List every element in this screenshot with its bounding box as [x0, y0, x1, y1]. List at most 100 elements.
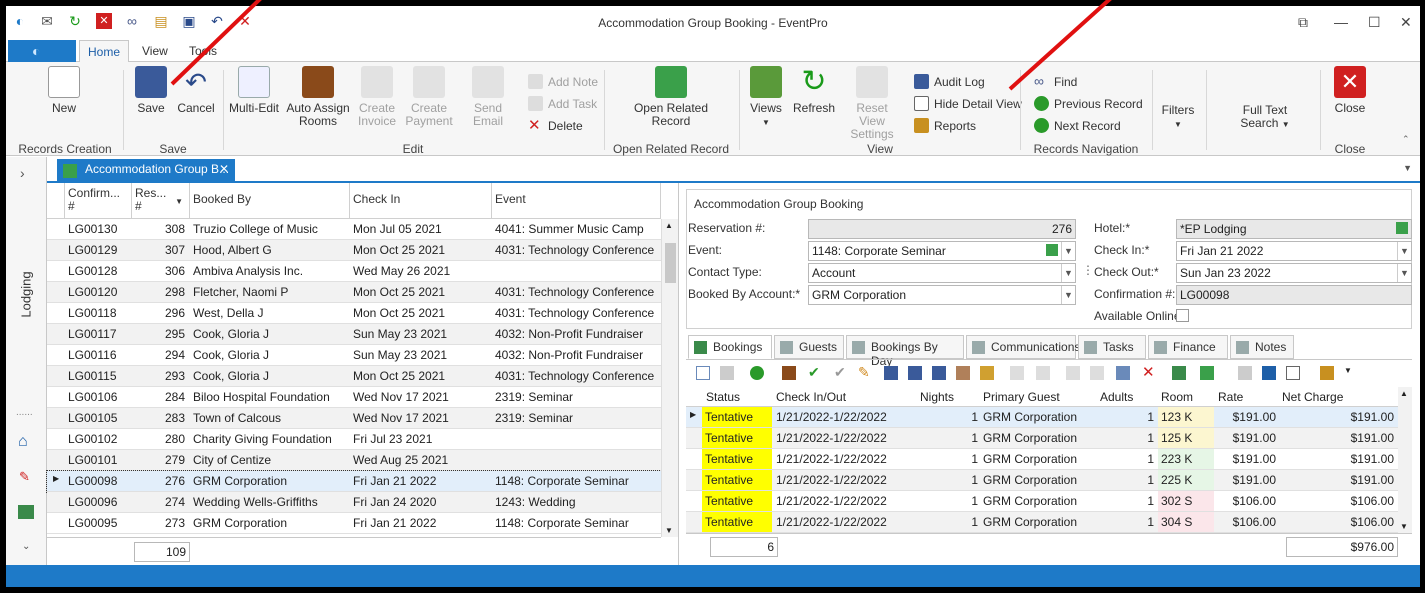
reset-view-settings-button[interactable]: Reset View Settings	[842, 66, 902, 141]
restore-icon[interactable]: ⧉	[1298, 14, 1308, 31]
bookings-scrollbar[interactable]: ▲ ▼	[1398, 387, 1412, 533]
find-button[interactable]: ∞ Find	[1034, 74, 1077, 94]
scroll-up-icon[interactable]: ▲	[1400, 389, 1408, 398]
table-row[interactable]: LG00130 308 Truzio College of Music Mon Jul…	[47, 219, 661, 240]
unassign-icon[interactable]	[908, 366, 922, 380]
expand-icon[interactable]	[1238, 366, 1252, 380]
table-row[interactable]: Tentative 1/21/2022-1/22/2022 1 GRM Corpora…	[686, 512, 1398, 533]
collapse-ribbon-icon[interactable]: ⌃	[1402, 134, 1410, 145]
filters-button[interactable]: Filters ▼	[1156, 104, 1200, 131]
col-rate[interactable]: Rate	[1218, 390, 1243, 404]
table-row[interactable]: LG00101 279 City of Centize Wed Aug 25 2021	[47, 450, 661, 471]
actions-icon[interactable]	[750, 366, 764, 380]
add-note-button[interactable]: Add Note	[528, 74, 598, 94]
col-nights[interactable]: Nights	[920, 390, 954, 404]
check-icon[interactable]: ✔	[808, 364, 820, 381]
check-out-field[interactable]: Sun Jan 23 2022 ▼	[1176, 263, 1412, 283]
expand-sidebar-icon[interactable]: ›	[20, 165, 25, 181]
new-button[interactable]: New	[42, 66, 86, 115]
delete-icon[interactable]: ✕	[1142, 363, 1155, 381]
sidebar-grip[interactable]: ......	[16, 407, 33, 418]
send-email-button[interactable]: Send Email	[458, 66, 518, 128]
refresh-button[interactable]: ↻ Refresh	[792, 66, 836, 115]
chevron-down-icon[interactable]: ▼	[1061, 264, 1075, 282]
views-icon[interactable]	[1200, 366, 1214, 380]
header-check-in[interactable]: Check In	[350, 183, 492, 219]
header-reservation[interactable]: Res... # ▼	[132, 183, 190, 219]
scroll-down-icon[interactable]: ▼	[665, 526, 673, 535]
header-booked-by[interactable]: Booked By	[190, 183, 350, 219]
edit-icon[interactable]: ✎	[858, 364, 870, 381]
move-icon[interactable]	[956, 366, 970, 380]
chevron-down-icon[interactable]: ⌄	[22, 541, 30, 552]
create-invoice-button[interactable]: Create Invoice	[354, 66, 400, 128]
col-adults[interactable]: Adults	[1100, 390, 1133, 404]
copy-icon[interactable]	[720, 366, 734, 380]
next-record-button[interactable]: Next Record	[1034, 118, 1121, 138]
tab-bookings-by-day[interactable]: Bookings By Day	[846, 335, 964, 368]
tab-accommodation-group-booking[interactable]: Accommodation Group B... ✕	[57, 159, 235, 183]
header-event[interactable]: Event	[492, 183, 661, 219]
table-row[interactable]: LG00096 274 Wedding Wells-Griffiths Fri Jan…	[47, 492, 661, 513]
clipboard-icon[interactable]	[1066, 366, 1080, 380]
check-in-field[interactable]: Fri Jan 21 2022 ▼	[1176, 241, 1412, 261]
available-online-checkbox[interactable]	[1176, 309, 1189, 322]
previous-record-button[interactable]: Previous Record	[1034, 96, 1143, 116]
report-icon[interactable]	[1320, 366, 1334, 380]
chevron-down-icon[interactable]: ▼	[1397, 264, 1411, 282]
auto-assign-rooms-button[interactable]: Auto Assign Rooms	[286, 66, 350, 128]
tab-bookings[interactable]: Bookings	[688, 335, 772, 359]
table-row[interactable]: LG00120 298 Fletcher, Naomi P Mon Oct 25 20…	[47, 282, 661, 303]
table-row[interactable]: LG00102 280 Charity Giving Foundation Fri J…	[47, 429, 661, 450]
add-task-button[interactable]: Add Task	[528, 96, 597, 116]
new-icon[interactable]	[696, 366, 710, 380]
close-button[interactable]: ✕ Close	[1328, 66, 1372, 115]
lookup-icon[interactable]	[1396, 222, 1408, 234]
maximize-icon[interactable]: ☐	[1368, 14, 1381, 31]
save-button[interactable]: Save	[130, 66, 172, 115]
table-row[interactable]: LG00128 306 Ambiva Analysis Inc. Wed May 26…	[47, 261, 661, 282]
tab-communications[interactable]: Communications	[966, 335, 1080, 359]
tab-guests[interactable]: Guests	[774, 335, 844, 359]
booked-by-account-select[interactable]: GRM Corporation ▼	[808, 285, 1076, 305]
tab-notes[interactable]: Notes	[1230, 335, 1294, 359]
event-field[interactable]: 1148: Corporate Seminar ▼	[808, 241, 1076, 261]
multi-edit-button[interactable]: Multi-Edit	[228, 66, 280, 115]
create-payment-button[interactable]: Create Payment	[404, 66, 454, 128]
chevron-down-icon[interactable]: ▼	[1397, 242, 1411, 260]
scroll-down-icon[interactable]: ▼	[1400, 522, 1408, 531]
table-row[interactable]: ▶ LG00098 276 GRM Corporation Fri Jan 21 202…	[46, 470, 662, 493]
table-row[interactable]: Tentative 1/21/2022-1/22/2022 1 GRM Corpora…	[686, 470, 1398, 491]
tab-list-icon[interactable]: ▼	[1403, 163, 1412, 173]
delete-button[interactable]: ✕ Delete	[528, 118, 583, 138]
splitter-grip[interactable]: ⋮	[1082, 263, 1094, 277]
lookup-icon[interactable]	[1046, 244, 1058, 256]
add-room-icon[interactable]	[932, 366, 946, 380]
contact-type-select[interactable]: Account ▼	[808, 263, 1076, 283]
table-row[interactable]: ▶ Tentative 1/21/2022-1/22/2022 1 GRM Corpor…	[686, 407, 1398, 428]
col-room[interactable]: Room	[1161, 390, 1193, 404]
pin-icon[interactable]: ✎	[19, 469, 30, 485]
tag-icon[interactable]	[980, 366, 994, 380]
luggage-icon[interactable]	[782, 366, 796, 380]
grid-icon[interactable]	[1172, 366, 1186, 380]
table-row[interactable]: LG00116 294 Cook, Gloria J Sun May 23 2021 4…	[47, 345, 661, 366]
col-check-in-out[interactable]: Check In/Out	[776, 390, 846, 404]
table-row[interactable]: LG00095 273 GRM Corporation Fri Jan 21 2022…	[47, 513, 661, 534]
chevron-down-icon[interactable]: ▼	[1061, 286, 1075, 304]
close-window-icon[interactable]: ✕	[1400, 14, 1412, 31]
clipboard-icon[interactable]	[1090, 366, 1104, 380]
hide-detail-view-button[interactable]: Hide Detail View	[914, 96, 1022, 116]
col-status[interactable]: Status	[706, 390, 740, 404]
scroll-thumb[interactable]	[665, 243, 676, 283]
table-row[interactable]: LG00106 284 Biloo Hospital Foundation Wed N…	[47, 387, 661, 408]
tab-view[interactable]: View	[142, 44, 168, 58]
tab-tasks[interactable]: Tasks	[1078, 335, 1146, 359]
audit-log-button[interactable]: Audit Log	[914, 74, 985, 94]
export-icon[interactable]	[1262, 366, 1276, 380]
detail-view-icon[interactable]	[1286, 366, 1300, 380]
reports-button[interactable]: Reports	[914, 118, 976, 138]
sidebar-lodging-label[interactable]: Lodging	[19, 267, 34, 323]
app-menu-button[interactable]: ◐	[8, 40, 76, 62]
table-row[interactable]: Tentative 1/21/2022-1/22/2022 1 GRM Corpora…	[686, 428, 1398, 449]
